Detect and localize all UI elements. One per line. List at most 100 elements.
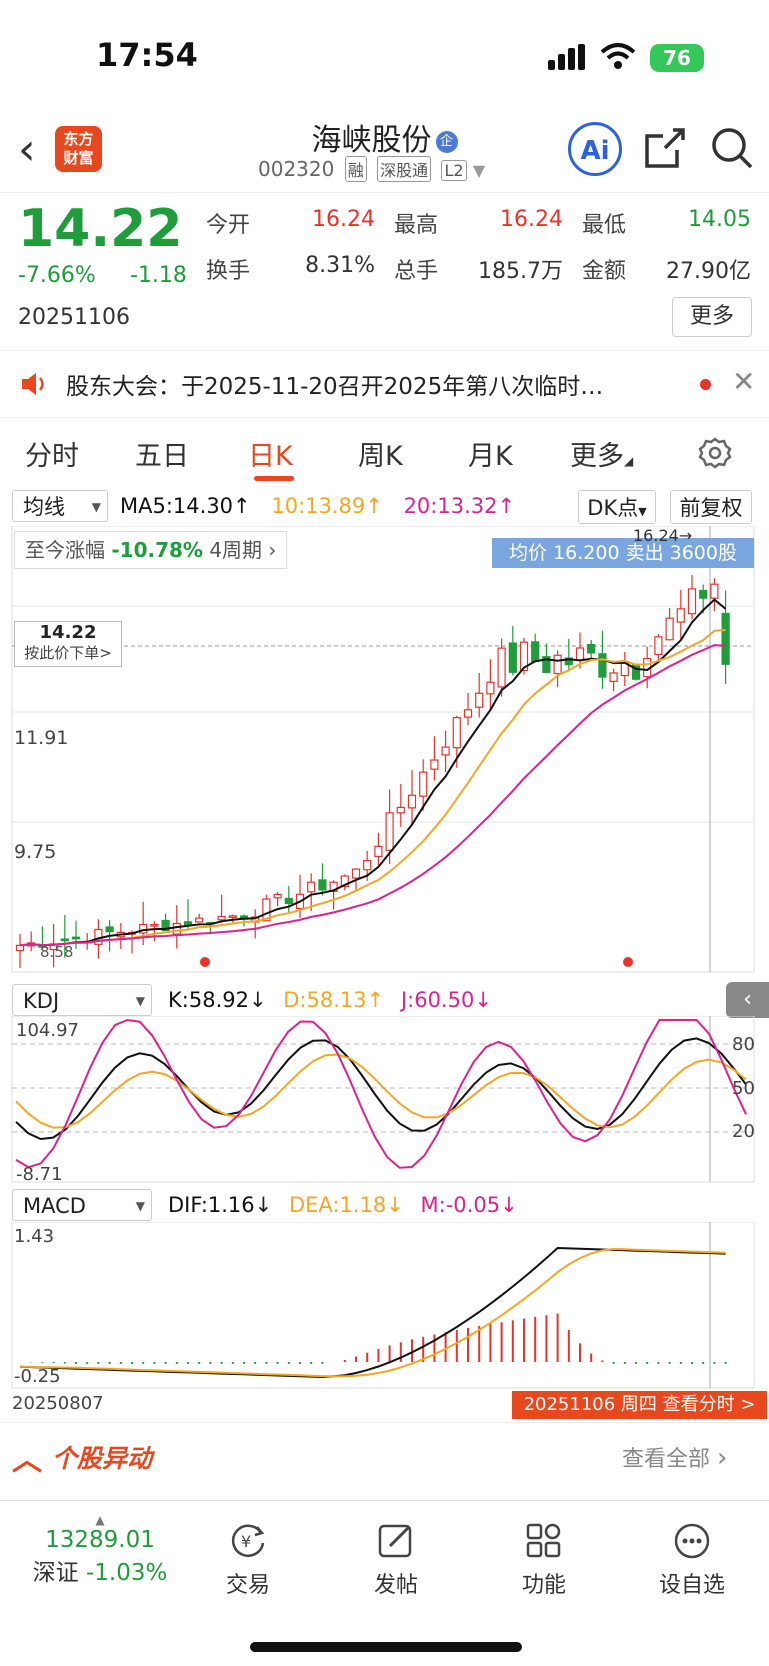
nav-trade[interactable]: ¥ 交易	[198, 1521, 298, 1599]
kdj-k-line	[15, 1037, 747, 1141]
kdj-k: K:58.92	[168, 988, 249, 1012]
last-price: 14.22	[18, 199, 183, 259]
turnover-label: 换手	[206, 259, 251, 284]
tab-five-day[interactable]: 五日	[135, 434, 189, 473]
kdj-d: D:58.13	[283, 988, 367, 1012]
notice-text: 股东大会：于2025-11-20召开2025年第八次临时…	[66, 374, 604, 400]
kdj-values: K:58.92↓ D:58.13↑ J:60.50↓	[168, 988, 492, 1012]
active-tab-indicator	[254, 476, 294, 481]
quote-panel: 14.22 -7.66% -1.18 20251106 今开 16.24 最高 …	[0, 192, 769, 348]
candle-body	[105, 926, 114, 933]
search-icon[interactable]	[710, 126, 754, 170]
macd-dea-line	[19, 1247, 726, 1378]
ma20-line	[19, 644, 726, 947]
status-time: 17:54	[96, 36, 198, 74]
tag-level2: L2	[441, 160, 467, 181]
tab-intraday[interactable]: 分时	[25, 434, 79, 473]
home-indicator	[250, 1642, 522, 1652]
macd-select[interactable]: MACD ▼	[12, 1189, 152, 1221]
tab-monthly-k[interactable]: 月K	[468, 434, 513, 473]
candle-body	[430, 759, 439, 770]
candle-body	[307, 881, 316, 893]
change-amount: -1.18	[130, 263, 187, 288]
battery-indicator: 76	[650, 44, 704, 72]
stock-code-row[interactable]: 002320 融 深股通 L2 ▼	[258, 156, 485, 182]
movement-section[interactable]: ︿ 个股异动 查看全部 ›	[0, 1422, 769, 1491]
kdj-level-50: 50	[732, 1078, 755, 1099]
y-label-upper: 11.91	[14, 727, 69, 749]
dk-point-button[interactable]: DK点▼	[578, 490, 656, 524]
tab-weekly-k[interactable]: 周K	[358, 434, 403, 473]
kdj-level-80: 80	[732, 1034, 755, 1055]
macd-values: DIF:1.16↓ DEA:1.18↓ M:-0.05↓	[168, 1193, 518, 1217]
apps-grid-icon	[526, 1523, 561, 1558]
ma-select[interactable]: 均线 ▼	[12, 490, 108, 522]
candle-body	[497, 647, 506, 688]
nav-functions[interactable]: 功能	[494, 1521, 594, 1599]
kdj-select[interactable]: KDJ ▼	[12, 984, 152, 1016]
candle-body	[452, 717, 461, 749]
candle-body	[273, 893, 282, 899]
stock-code: 002320	[258, 157, 335, 181]
min-price-label: 8.58	[40, 943, 74, 961]
index-name: 深证	[32, 1560, 79, 1586]
candle-body	[71, 936, 81, 940]
tag-connect: 深股通	[377, 156, 432, 182]
candle-body	[699, 589, 708, 599]
adjustment-button[interactable]: 前复权	[670, 490, 752, 524]
ma-values: MA5:14.30↑ 10:13.89↑ 20:13.32↑	[120, 494, 516, 518]
candle-body	[609, 672, 618, 682]
price-order-tag[interactable]: 14.22 按此价下单>	[14, 621, 122, 667]
amount-label: 金额	[582, 259, 627, 284]
chevron-up-icon: ︿	[12, 1443, 42, 1478]
candle-body	[150, 923, 159, 927]
candle-body	[531, 641, 540, 663]
view-intraday-tip[interactable]: 20251106 周四 查看分时 >	[512, 1391, 767, 1419]
svg-text:¥: ¥	[241, 1532, 251, 1551]
index-change: -1.03%	[85, 1560, 168, 1586]
share-icon[interactable]	[643, 126, 687, 170]
amount-value: 27.90亿	[666, 259, 751, 284]
movement-title: 个股异动	[52, 1444, 153, 1473]
low-label: 最低	[582, 213, 627, 238]
candle-body	[575, 647, 585, 662]
kdj-j: J:60.50	[400, 988, 475, 1012]
candle-body	[475, 692, 484, 708]
nav-post[interactable]: 发帖	[346, 1521, 446, 1599]
kdj-chart	[11, 1016, 755, 1183]
settings-gear-icon[interactable]	[698, 436, 732, 470]
tab-more[interactable]: 更多◢	[570, 434, 633, 473]
macd-bottom-label: -0.25	[14, 1366, 61, 1387]
open-value: 16.24	[312, 207, 375, 232]
range-gain-box[interactable]: 至今涨幅 -10.78% 4周期 ›	[14, 531, 288, 569]
unread-dot	[700, 379, 711, 390]
ai-button[interactable]: Ai	[568, 122, 622, 176]
quote-date: 20251106	[18, 305, 130, 330]
candle-body	[374, 845, 383, 858]
nav-watchlist[interactable]: 设自选	[642, 1521, 742, 1599]
index-widget[interactable]: ▲ 13289.01 深证 -1.03%	[20, 1513, 180, 1587]
avg-price-tip: 均价 16.200 卖出 3600股	[492, 538, 754, 568]
chevron-down-icon: ▼	[472, 161, 486, 180]
candle-body	[676, 608, 685, 623]
collapse-panel-button[interactable]: ‹	[726, 982, 769, 1018]
ma20-value: 20:13.32	[403, 494, 498, 518]
ma10-line	[19, 628, 726, 947]
kdj-top-label: 104.97	[16, 1020, 79, 1041]
index-value: 13289.01	[45, 1527, 155, 1553]
kline-chart[interactable]	[0, 526, 769, 976]
candle-body	[553, 654, 562, 675]
macd-dea: DEA:1.18	[288, 1193, 387, 1217]
movement-link[interactable]: 查看全部 ›	[622, 1441, 727, 1473]
candle-body	[60, 938, 69, 942]
tab-daily-k[interactable]: 日K	[248, 434, 293, 473]
more-dots-icon	[674, 1523, 710, 1559]
notice-bar[interactable]: 股东大会：于2025-11-20召开2025年第八次临时… ✕	[0, 350, 769, 418]
wifi-icon	[600, 43, 636, 69]
stock-header: ‹ 东方 财富 海峡股份企 002320 融 深股通 L2 ▼ Ai	[0, 110, 769, 192]
candle-body	[654, 636, 663, 656]
close-icon[interactable]: ✕	[732, 365, 755, 398]
more-quote-button[interactable]: 更多	[672, 297, 752, 337]
candle-body	[195, 917, 204, 923]
macd-chart	[11, 1222, 755, 1389]
